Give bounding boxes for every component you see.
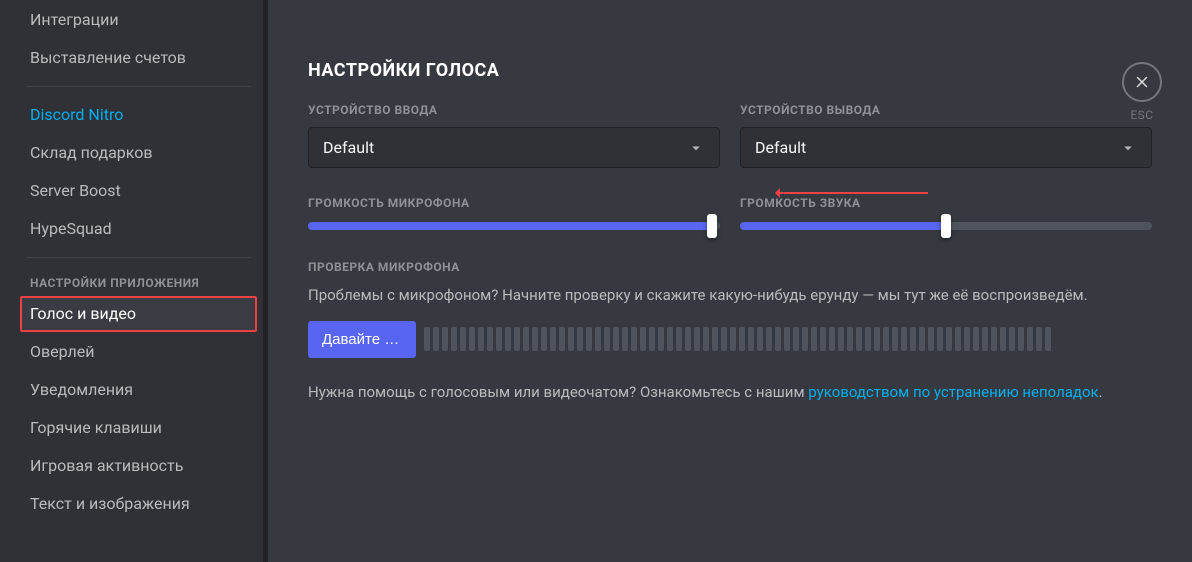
help-text: Нужна помощь с голосовым или видеочатом?… xyxy=(308,380,1152,404)
sidebar-item[interactable]: Игровая активность xyxy=(20,448,257,484)
chevron-down-icon xyxy=(1119,139,1137,157)
sidebar-item[interactable]: Склад подарков xyxy=(20,135,257,171)
output-device-label: Устройство вывода xyxy=(740,103,1152,117)
close-label: ESC xyxy=(1122,108,1162,122)
page-title: Настройки голоса xyxy=(308,60,1152,81)
mic-test-label: Проверка микрофона xyxy=(308,260,1152,274)
nav-separator xyxy=(26,257,251,258)
output-device-value: Default xyxy=(755,138,806,157)
sidebar-item[interactable]: Discord Nitro xyxy=(20,97,257,133)
sidebar: ИнтеграцииВыставление счетов Discord Nitr… xyxy=(0,0,268,562)
sidebar-item[interactable]: Горячие клавиши xyxy=(20,410,257,446)
sidebar-item[interactable]: Оверлей xyxy=(20,334,257,370)
mic-level-meter xyxy=(424,327,1152,351)
input-device-value: Default xyxy=(323,138,374,157)
sidebar-item[interactable]: Выставление счетов xyxy=(20,40,257,76)
input-volume-label: Громкость микрофона xyxy=(308,196,720,210)
input-device-select[interactable]: Default xyxy=(308,127,720,168)
output-volume-slider[interactable] xyxy=(740,222,1152,230)
sidebar-item[interactable]: Текст и изображения xyxy=(20,486,257,522)
mic-test-desc: Проблемы с микрофоном? Начните проверку … xyxy=(308,284,1152,307)
input-device-label: Устройство ввода xyxy=(308,103,720,117)
chevron-down-icon xyxy=(687,139,705,157)
mic-test-button[interactable]: Давайте пр… xyxy=(308,321,416,358)
content-area: Настройки голоса Устройство ввода Defaul… xyxy=(268,0,1192,562)
output-volume-label: Громкость звука xyxy=(740,196,1152,210)
sidebar-item[interactable]: Уведомления xyxy=(20,372,257,408)
sidebar-item[interactable]: Интеграции xyxy=(20,2,257,38)
annotation-arrow xyxy=(778,192,928,194)
close-icon xyxy=(1133,73,1151,91)
close-button[interactable] xyxy=(1122,62,1162,102)
troubleshooting-link[interactable]: руководством по устранению неполадок xyxy=(808,383,1098,401)
output-device-select[interactable]: Default xyxy=(740,127,1152,168)
sidebar-item[interactable]: Голос и видео xyxy=(20,296,257,332)
nav-separator xyxy=(26,86,251,87)
input-volume-slider[interactable] xyxy=(308,222,720,230)
nav-section-header: Настройки приложения xyxy=(20,268,257,294)
sidebar-item[interactable]: Server Boost xyxy=(20,173,257,209)
sidebar-item[interactable]: HypeSquad xyxy=(20,211,257,247)
